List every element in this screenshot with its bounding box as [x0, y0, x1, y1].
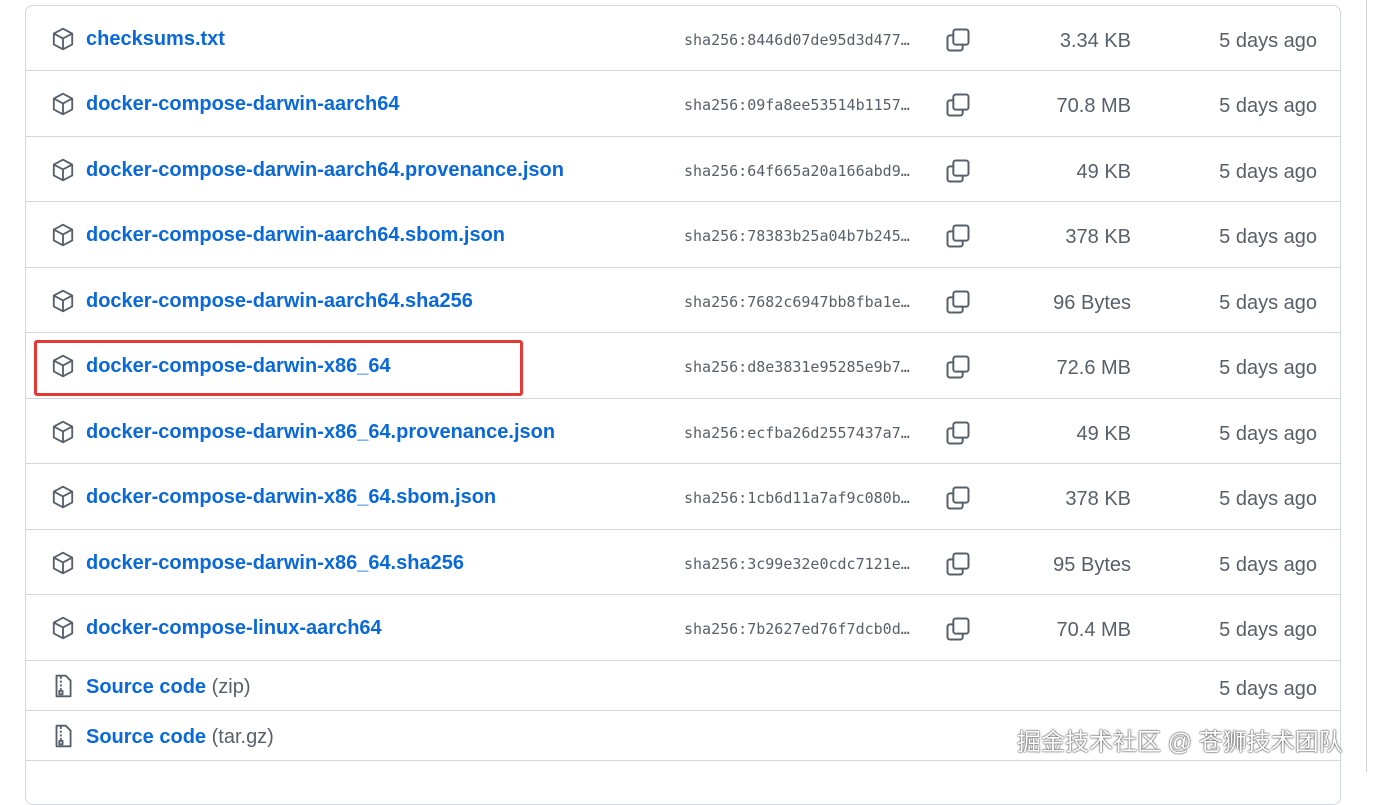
- source-code-label: Source code: [86, 676, 207, 698]
- asset-sha: sha256:ecfba26d2557437a7…: [684, 424, 910, 442]
- package-icon: [50, 91, 76, 117]
- package-icon: [50, 222, 76, 248]
- asset-link[interactable]: docker-compose-darwin-x86_64.sha256: [86, 552, 464, 575]
- asset-row: docker-compose-darwin-aarch64.sbom.json …: [26, 202, 1340, 268]
- package-icon: [50, 157, 76, 183]
- copy-icon[interactable]: [944, 484, 972, 512]
- source-code-label: Source code: [86, 726, 207, 748]
- asset-size: 70.8 MB: [1056, 95, 1131, 117]
- asset-link[interactable]: docker-compose-darwin-x86_64.sbom.json: [86, 486, 496, 509]
- copy-icon[interactable]: [944, 550, 972, 578]
- source-code-ext: (zip): [211, 676, 251, 698]
- copy-icon[interactable]: [944, 157, 972, 185]
- asset-size: 96 Bytes: [1053, 292, 1131, 314]
- asset-row: docker-compose-darwin-aarch64.sha256 sha…: [26, 268, 1340, 333]
- asset-date: 5 days ago: [1219, 554, 1317, 576]
- asset-size: 378 KB: [1065, 226, 1131, 248]
- asset-sha: sha256:7b2627ed76f7dcb0d…: [684, 620, 910, 638]
- asset-size: 95 Bytes: [1053, 554, 1131, 576]
- asset-row: docker-compose-linux-aarch64 sha256:7b26…: [26, 595, 1340, 661]
- package-icon: [50, 288, 76, 314]
- asset-row: checksums.txt sha256:8446d07de95d3d477… …: [26, 6, 1340, 71]
- source-code-ext: (tar.gz): [211, 726, 274, 748]
- asset-link[interactable]: docker-compose-linux-aarch64: [86, 617, 382, 640]
- watermark: 掘金技术社区 @ 苍狮技术团队: [1017, 729, 1343, 756]
- asset-date: 5 days ago: [1219, 619, 1317, 641]
- package-icon: [50, 419, 76, 445]
- asset-size: 49 KB: [1076, 161, 1131, 183]
- package-icon: [50, 26, 76, 52]
- package-icon: [50, 484, 76, 510]
- asset-date: 5 days ago: [1219, 95, 1317, 117]
- source-code-zip-link[interactable]: Source code (zip): [86, 676, 251, 699]
- file-zip-icon: [50, 673, 76, 699]
- asset-sha: sha256:78383b25a04b7b245…: [684, 227, 910, 245]
- asset-sha: sha256:8446d07de95d3d477…: [684, 31, 910, 49]
- copy-icon[interactable]: [944, 615, 972, 643]
- asset-date: 5 days ago: [1219, 357, 1317, 379]
- copy-icon[interactable]: [944, 26, 972, 54]
- asset-sha: sha256:3c99e32e0cdc7121e…: [684, 555, 910, 573]
- asset-sha: sha256:64f665a20a166abd9…: [684, 162, 910, 180]
- highlight-box: [34, 340, 523, 396]
- asset-date: 5 days ago: [1219, 161, 1317, 183]
- source-code-targz-link[interactable]: Source code (tar.gz): [86, 726, 274, 749]
- package-icon: [50, 615, 76, 641]
- file-zip-icon: [50, 723, 76, 749]
- asset-row: docker-compose-darwin-x86_64.sbom.json s…: [26, 464, 1340, 530]
- asset-date: 5 days ago: [1219, 423, 1317, 445]
- asset-date: 5 days ago: [1219, 292, 1317, 314]
- release-assets-list: checksums.txt sha256:8446d07de95d3d477… …: [25, 5, 1341, 805]
- asset-size: 70.4 MB: [1056, 619, 1131, 641]
- asset-link[interactable]: docker-compose-darwin-aarch64.provenance…: [86, 159, 564, 182]
- asset-row: docker-compose-darwin-aarch64.provenance…: [26, 137, 1340, 202]
- asset-size: 72.6 MB: [1056, 357, 1131, 379]
- package-icon: [50, 550, 76, 576]
- asset-size: 49 KB: [1076, 423, 1131, 445]
- asset-row: docker-compose-darwin-x86_64.provenance.…: [26, 399, 1340, 464]
- copy-icon[interactable]: [944, 91, 972, 119]
- source-date: 5 days ago: [1219, 678, 1317, 700]
- asset-link[interactable]: docker-compose-darwin-aarch64: [86, 93, 399, 116]
- copy-icon[interactable]: [944, 419, 972, 447]
- asset-sha: sha256:d8e3831e95285e9b7…: [684, 358, 910, 376]
- asset-date: 5 days ago: [1219, 30, 1317, 52]
- asset-row: docker-compose-darwin-x86_64.sha256 sha2…: [26, 530, 1340, 595]
- asset-row: docker-compose-darwin-aarch64 sha256:09f…: [26, 71, 1340, 137]
- copy-icon[interactable]: [944, 222, 972, 250]
- asset-date: 5 days ago: [1219, 226, 1317, 248]
- asset-sha: sha256:09fa8ee53514b1157…: [684, 96, 910, 114]
- asset-link[interactable]: docker-compose-darwin-x86_64.provenance.…: [86, 421, 555, 444]
- asset-date: 5 days ago: [1219, 488, 1317, 510]
- asset-link[interactable]: docker-compose-darwin-aarch64.sha256: [86, 290, 473, 313]
- page-edge-divider: [1366, 0, 1367, 772]
- copy-icon[interactable]: [944, 353, 972, 381]
- asset-sha: sha256:7682c6947bb8fba1e…: [684, 293, 910, 311]
- copy-icon[interactable]: [944, 288, 972, 316]
- asset-size: 378 KB: [1065, 488, 1131, 510]
- asset-link[interactable]: docker-compose-darwin-aarch64.sbom.json: [86, 224, 505, 247]
- asset-size: 3.34 KB: [1059, 30, 1131, 52]
- source-row: Source code (zip) 5 days ago: [26, 661, 1340, 711]
- asset-link[interactable]: checksums.txt: [86, 28, 225, 51]
- asset-sha: sha256:1cb6d11a7af9c080b…: [684, 489, 910, 507]
